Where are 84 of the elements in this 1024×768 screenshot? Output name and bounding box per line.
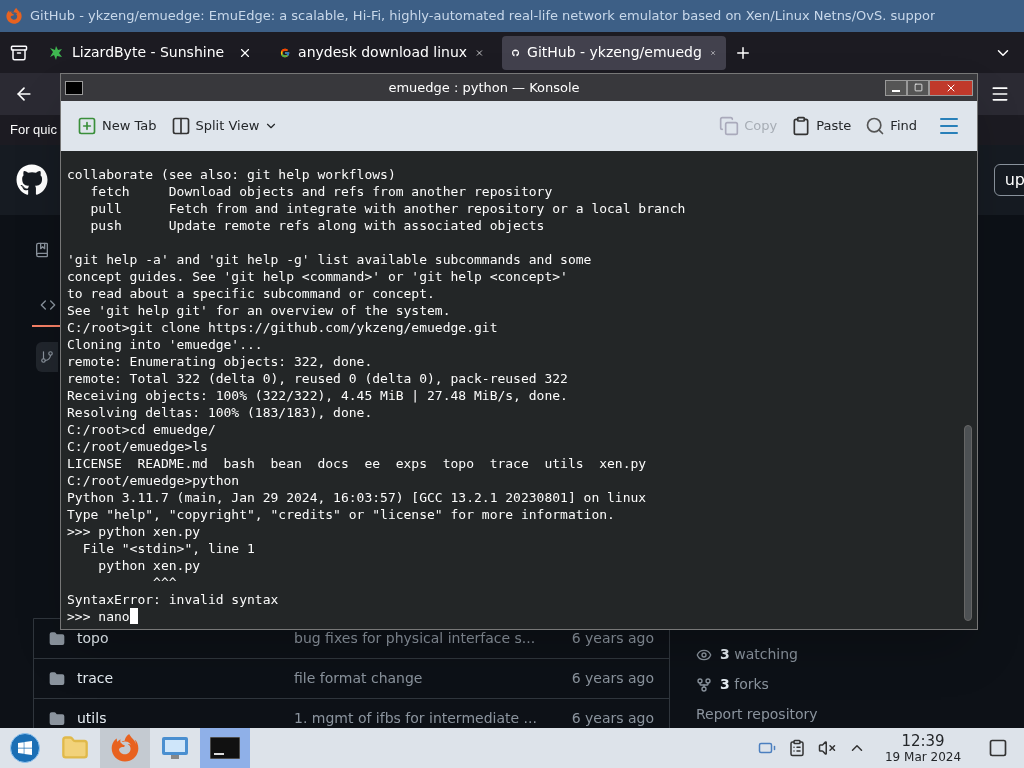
commit-age: 6 years ago bbox=[571, 629, 654, 648]
terminal-line: File "<stdin>", line 1 bbox=[81, 540, 255, 557]
monitor-icon bbox=[160, 734, 190, 762]
window-title: GitHub - ykzeng/emuedge: EmuEdge: a scalable, Hi-Fi, highly-automated real-life network emulator based on Xen/Linux Netns/OvS. suppor bbox=[30, 7, 936, 26]
menu-icon[interactable] bbox=[990, 84, 1010, 104]
terminal-icon bbox=[210, 737, 240, 759]
terminal-line: C:/root>git clone https://github.com/ykzeng/emuedge.git bbox=[67, 319, 498, 336]
github-logo-icon[interactable] bbox=[16, 164, 48, 196]
terminal-line: SyntaxError: invalid syntax bbox=[67, 591, 279, 608]
maximize-icon bbox=[913, 83, 923, 92]
file-name[interactable]: trace bbox=[77, 668, 294, 689]
new-tab-icon bbox=[77, 116, 97, 136]
close-button[interactable] bbox=[929, 79, 973, 96]
window-menu-icon[interactable] bbox=[65, 80, 83, 95]
terminal-line: to read about a specific subcommand or concept. bbox=[67, 285, 435, 302]
firefox-icon bbox=[6, 8, 22, 24]
terminal-line: fetch Download objects and refs from another repository bbox=[89, 183, 553, 200]
terminal-line: remote: Enumerating objects: 322, done. bbox=[67, 353, 373, 370]
browser-tab[interactable]: LizardByte - Sunshine bbox=[38, 35, 262, 70]
report-link[interactable]: Report repository bbox=[696, 704, 818, 725]
toolbar-button[interactable]: Find bbox=[865, 116, 917, 136]
commit-age: 6 years ago bbox=[571, 669, 654, 688]
lizard-icon bbox=[48, 44, 64, 61]
clipboard-icon[interactable] bbox=[788, 739, 806, 757]
terminal-line: See 'git help git' for an overview of the system. bbox=[67, 302, 451, 319]
folder-icon bbox=[61, 734, 89, 762]
folder-icon bbox=[49, 670, 65, 687]
toolbar-button[interactable]: Paste bbox=[791, 116, 852, 136]
split-view-icon bbox=[170, 116, 191, 136]
window-title: emuedge : python — Konsole bbox=[387, 78, 581, 97]
terminal-line: C:/root/emuedge>ls bbox=[67, 438, 208, 455]
start-orb-icon bbox=[10, 733, 40, 763]
terminal-line: >>> python xen.py bbox=[67, 523, 201, 540]
terminal-line: Type "help", "copyright", "credits" or "license" for more information. bbox=[67, 506, 615, 523]
clock[interactable]: 12:39 19 Mar 2024 bbox=[878, 732, 968, 764]
copy-icon bbox=[719, 116, 740, 136]
clipboard-icon bbox=[791, 116, 812, 136]
search-icon bbox=[865, 116, 886, 136]
sign-up-button[interactable]: up bbox=[993, 164, 1024, 196]
folder-icon bbox=[49, 710, 65, 727]
stat-text[interactable]: 3 forks bbox=[720, 674, 769, 695]
branch-button[interactable] bbox=[36, 342, 58, 372]
terminal-line: C:/root/emuedge>python bbox=[67, 472, 240, 489]
terminal-line: Cloning into 'emuedge'... bbox=[67, 336, 263, 353]
commit-message[interactable]: bug fixes for physical interface s... bbox=[294, 628, 569, 649]
notice-text: For quic bbox=[10, 121, 57, 140]
terminal-line: LICENSE README.md bash bean docs ee exps topo trace utils xen.py bbox=[67, 455, 647, 472]
terminal-line: >>> nano bbox=[67, 608, 130, 625]
file-name[interactable]: topo bbox=[77, 628, 294, 649]
terminal-line: python xen.py bbox=[97, 557, 201, 574]
muted-speaker-icon[interactable] bbox=[818, 739, 836, 757]
active-tab-underline bbox=[32, 325, 62, 327]
terminal-line: remote: Total 322 (delta 0), reused 0 (delta 0), pack-reused 322 bbox=[67, 370, 568, 387]
commit-message[interactable]: 1. mgmt of ifbs for intermediate ... bbox=[294, 708, 569, 728]
terminal-line: Receiving objects: 100% (322/322), 4.45 MiB | 27.48 MiB/s, done. bbox=[67, 387, 568, 404]
terminal-line: C:/root>cd emuedge/ bbox=[67, 421, 216, 438]
terminal-line: pull Fetch from and integrate with another repository or a local branch bbox=[89, 200, 686, 217]
terminal-line: collaborate (see also: git help workflows) bbox=[67, 166, 396, 183]
terminal-line: 'git help -a' and 'git help -g' list available subcommands and some bbox=[67, 251, 592, 268]
book-icon[interactable] bbox=[34, 242, 50, 258]
file-name[interactable]: utils bbox=[77, 708, 294, 728]
browser-tab[interactable]: anydesk download linux bbox=[270, 35, 494, 70]
branch-icon bbox=[40, 350, 54, 364]
fork-icon bbox=[696, 676, 712, 693]
commit-message[interactable]: file format change bbox=[294, 668, 569, 689]
toolbar-button[interactable]: Split View bbox=[170, 116, 279, 136]
commit-age: 6 years ago bbox=[571, 709, 654, 728]
firefox-icon bbox=[111, 734, 139, 762]
folder-icon bbox=[49, 630, 65, 647]
maximize-button[interactable] bbox=[907, 79, 929, 96]
code-icon[interactable] bbox=[40, 297, 56, 313]
terminal-line: push Update remote refs along with associated objects bbox=[89, 217, 545, 234]
toolbar-button[interactable]: New Tab bbox=[77, 116, 157, 136]
terminal-line: Python 3.11.7 (main, Jan 29 2024, 16:03:57) [GCC 13.2.1 20230801] on linux bbox=[67, 489, 647, 506]
taskbar-app[interactable] bbox=[200, 728, 250, 768]
browser-tab[interactable]: GitHub - ykzeng/emuedg bbox=[502, 35, 726, 70]
terminal-line: Resolving deltas: 100% (183/183), done. bbox=[67, 404, 373, 421]
stat-text[interactable]: 3 watching bbox=[720, 644, 798, 665]
minimize-button[interactable] bbox=[885, 79, 907, 96]
tab-list-icon[interactable] bbox=[10, 43, 28, 62]
terminal-line: concept guides. See 'git help <command>' or 'git help <concept>' bbox=[67, 268, 568, 285]
scrollbar-thumb[interactable] bbox=[964, 425, 972, 621]
terminal-line: ^^^ bbox=[152, 574, 177, 591]
show-desktop-icon[interactable] bbox=[988, 738, 1008, 758]
